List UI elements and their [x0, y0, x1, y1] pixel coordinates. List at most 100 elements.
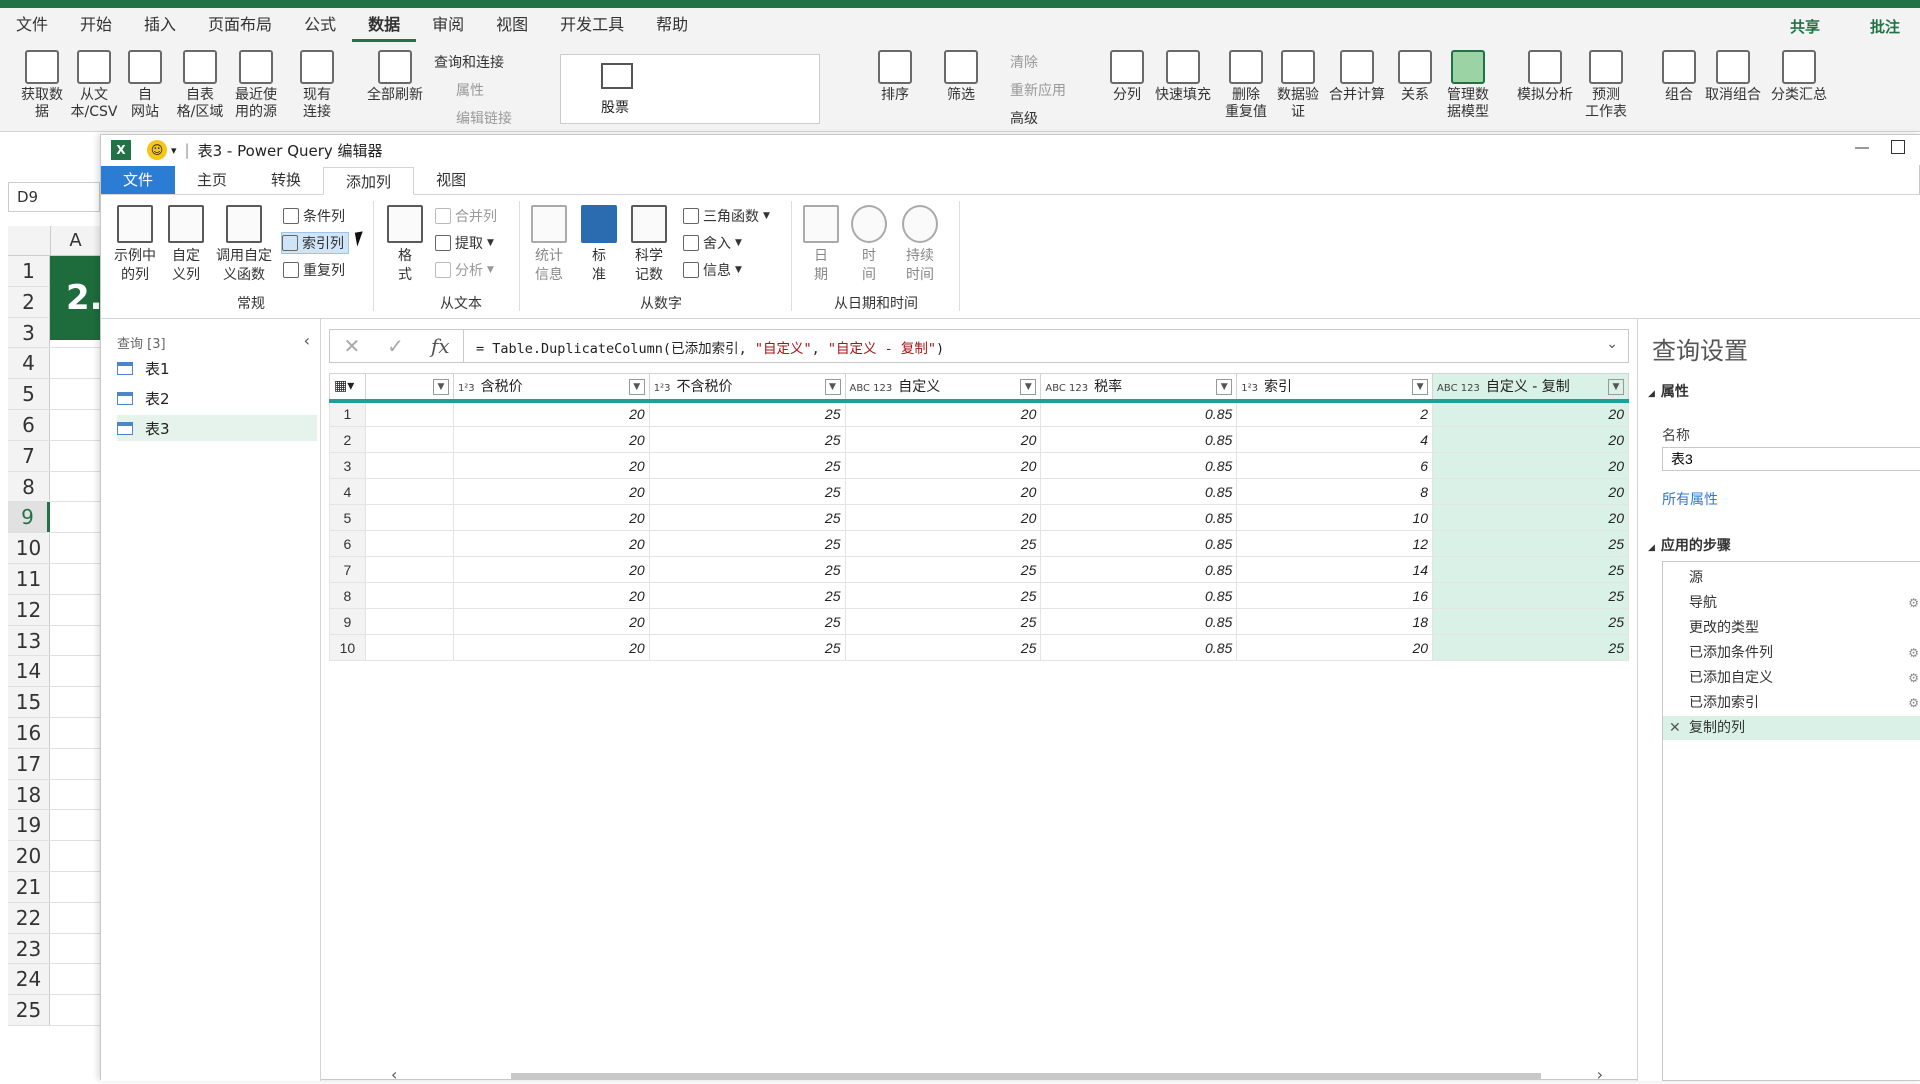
table-cell[interactable]: 20: [452, 530, 650, 557]
row-number[interactable]: 10: [329, 634, 366, 661]
table-cell[interactable]: 8: [1236, 478, 1434, 505]
column-header[interactable]: ABC 123 税率 ▼: [1040, 373, 1238, 403]
sheet-cell[interactable]: [50, 471, 100, 502]
table-cell[interactable]: 10: [1236, 504, 1434, 531]
table-cell[interactable]: 20: [452, 478, 650, 505]
menu-formulas[interactable]: 公式: [288, 8, 352, 42]
table-cell[interactable]: 14: [1236, 556, 1434, 583]
row-header[interactable]: 4: [8, 348, 50, 379]
column-type-icon[interactable]: 1²3: [1241, 383, 1258, 394]
all-properties-link[interactable]: 所有属性: [1662, 489, 1718, 509]
tab-view[interactable]: 视图: [414, 166, 488, 194]
row-header[interactable]: 22: [8, 902, 50, 933]
sheet-cell[interactable]: [50, 348, 100, 379]
applied-steps-section[interactable]: ◢ 应用的步骤: [1648, 535, 1731, 555]
sheet-cell[interactable]: [50, 563, 100, 594]
filter-dropdown-icon[interactable]: ▼: [1020, 379, 1037, 395]
scroll-right-icon[interactable]: ›: [1597, 1065, 1603, 1084]
from-text-button[interactable]: 从文 本/CSV: [66, 50, 122, 121]
table-cell[interactable]: 20: [844, 478, 1042, 505]
table-cell[interactable]: 20: [844, 504, 1042, 531]
cancel-icon[interactable]: ✕: [343, 334, 360, 358]
expand-formula-icon[interactable]: ⌄: [1606, 336, 1618, 352]
qat-dropdown-icon[interactable]: ▾: [171, 144, 177, 157]
merge-columns-button[interactable]: 合并列: [435, 205, 497, 227]
sheet-cell[interactable]: [50, 379, 100, 409]
confirm-icon[interactable]: ✓: [387, 334, 404, 358]
table-cell[interactable]: 20: [1432, 504, 1629, 531]
table-cell[interactable]: [364, 582, 454, 609]
table-cell[interactable]: 25: [648, 504, 846, 531]
menu-page-layout[interactable]: 页面布局: [192, 8, 288, 42]
applied-step[interactable]: 已添加自定义 ⚙: [1663, 666, 1920, 690]
sheet-cell[interactable]: [50, 440, 100, 471]
applied-step[interactable]: 已添加索引 ⚙: [1663, 691, 1920, 715]
table-cell[interactable]: 25: [1432, 634, 1629, 661]
sheet-cell[interactable]: [50, 964, 100, 995]
share-button[interactable]: 共享: [1790, 16, 1820, 37]
row-header[interactable]: 20: [8, 841, 50, 871]
table-cell[interactable]: 25: [648, 634, 846, 661]
menu-help[interactable]: 帮助: [640, 8, 704, 42]
menu-view[interactable]: 视图: [480, 8, 544, 42]
table-cell[interactable]: 0.85: [1040, 634, 1238, 661]
green-cell[interactable]: 2.: [50, 256, 103, 340]
statistics-button[interactable]: 统计 信息: [525, 205, 573, 285]
table-cell[interactable]: 18: [1236, 608, 1434, 635]
index-column-button[interactable]: 索引列: [281, 232, 349, 254]
table-cell[interactable]: 25: [648, 556, 846, 583]
ungroup-button[interactable]: 取消组合: [1700, 50, 1766, 104]
table-cell[interactable]: 20: [1432, 426, 1629, 453]
sheet-cell[interactable]: [50, 502, 100, 533]
table-cell[interactable]: 2: [1236, 400, 1434, 427]
row-header[interactable]: 5: [8, 379, 50, 409]
column-type-icon[interactable]: ABC 123: [1045, 383, 1088, 394]
table-cell[interactable]: 0.85: [1040, 608, 1238, 635]
sheet-cell[interactable]: [50, 748, 100, 779]
row-header[interactable]: 10: [8, 533, 50, 563]
table-cell[interactable]: 0.85: [1040, 478, 1238, 505]
time-button[interactable]: 时 间: [847, 205, 891, 285]
row-header[interactable]: 8: [8, 471, 50, 502]
row-header[interactable]: 25: [8, 995, 50, 1025]
trigonometry-button[interactable]: 三角函数 ▼: [683, 205, 770, 227]
step-settings-icon[interactable]: ⚙: [1908, 691, 1919, 715]
table-cell[interactable]: 25: [844, 634, 1042, 661]
step-settings-icon[interactable]: ⚙: [1908, 641, 1919, 665]
row-header[interactable]: 2: [8, 286, 50, 317]
table-cell[interactable]: 0.85: [1040, 582, 1238, 609]
filter-dropdown-icon[interactable]: ▼: [1608, 379, 1624, 395]
column-header-a[interactable]: A: [50, 226, 100, 256]
date-button[interactable]: 日 期: [799, 205, 843, 285]
row-header[interactable]: 12: [8, 594, 50, 625]
row-number[interactable]: 1: [329, 400, 366, 427]
smiley-icon[interactable]: ☺: [147, 140, 167, 160]
table-cell[interactable]: 20: [844, 400, 1042, 427]
sheet-cell[interactable]: [50, 594, 100, 625]
sheet-cell[interactable]: [50, 717, 100, 748]
reapply-button[interactable]: 重新应用: [1010, 80, 1066, 100]
extract-button[interactable]: 提取 ▼: [435, 232, 494, 254]
row-number[interactable]: 3: [329, 452, 366, 479]
table-cell[interactable]: [364, 400, 454, 427]
properties-button[interactable]: 属性: [456, 80, 484, 100]
relationships-button[interactable]: 关系: [1390, 50, 1440, 104]
menu-insert[interactable]: 插入: [128, 8, 192, 42]
table-cell[interactable]: 20: [452, 452, 650, 479]
comment-button[interactable]: 批注: [1870, 16, 1900, 37]
consolidate-button[interactable]: 合并计算: [1326, 50, 1388, 104]
menu-file[interactable]: 文件: [0, 8, 64, 42]
sheet-cell[interactable]: [50, 533, 100, 563]
table-cell[interactable]: 20: [844, 452, 1042, 479]
table-menu-icon[interactable]: ▦▾: [329, 373, 366, 403]
from-table-button[interactable]: 自表 格/区域: [172, 50, 228, 121]
recent-sources-button[interactable]: 最近使 用的源: [228, 50, 284, 121]
filter-button[interactable]: 筛选: [936, 50, 986, 104]
row-number[interactable]: 6: [329, 530, 366, 557]
row-header[interactable]: 15: [8, 687, 50, 717]
row-header[interactable]: 11: [8, 563, 50, 594]
group-button[interactable]: 组合: [1654, 50, 1704, 104]
row-header[interactable]: 3: [8, 317, 50, 348]
sheet-cell[interactable]: [50, 810, 100, 841]
table-cell[interactable]: 20: [452, 608, 650, 635]
